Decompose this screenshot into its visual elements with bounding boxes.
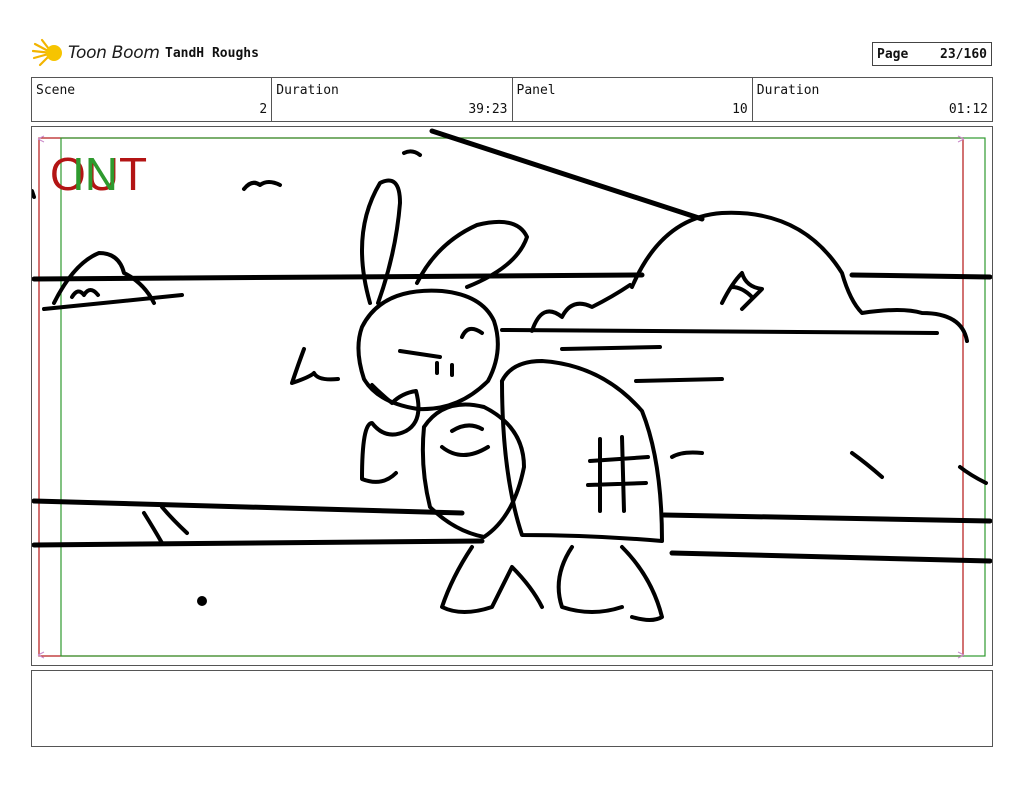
scene-duration-value: 39:23 bbox=[468, 102, 508, 117]
page-indicator: Page 23/160 bbox=[872, 42, 992, 66]
scene-cell: Scene 2 bbox=[32, 78, 271, 121]
scene-label: Scene bbox=[36, 83, 76, 98]
scene-value: 2 bbox=[259, 102, 268, 117]
panel-duration-value: 01:12 bbox=[948, 102, 988, 117]
project-title: TandH Roughs bbox=[165, 46, 259, 61]
scene-duration-label: Duration bbox=[276, 83, 339, 98]
panel-duration-label: Duration bbox=[756, 83, 820, 98]
storyboard-panel[interactable]: OUT IN bbox=[31, 126, 993, 666]
burst-icon bbox=[32, 38, 62, 67]
sky-line bbox=[429, 128, 705, 222]
page-value: 23/160 bbox=[940, 46, 987, 62]
panel-label: Panel bbox=[516, 83, 556, 98]
panel-cell: Panel 10 bbox=[511, 78, 752, 121]
page-label: Page bbox=[877, 46, 909, 62]
sketch-drawing bbox=[32, 128, 992, 659]
toon-boom-logo: Toon Boom bbox=[32, 38, 160, 68]
in-marker: IN bbox=[72, 148, 118, 200]
panel-notes[interactable] bbox=[31, 670, 993, 747]
panel-info-row: Scene 2 Duration 39:23 Panel 10 Duration… bbox=[31, 77, 993, 122]
panel-duration-cell: Duration 01:12 bbox=[751, 78, 992, 121]
logo-text: Toon Boom bbox=[68, 43, 160, 63]
scene-duration-cell: Duration 39:23 bbox=[271, 78, 511, 121]
panel-value: 10 bbox=[732, 102, 748, 117]
